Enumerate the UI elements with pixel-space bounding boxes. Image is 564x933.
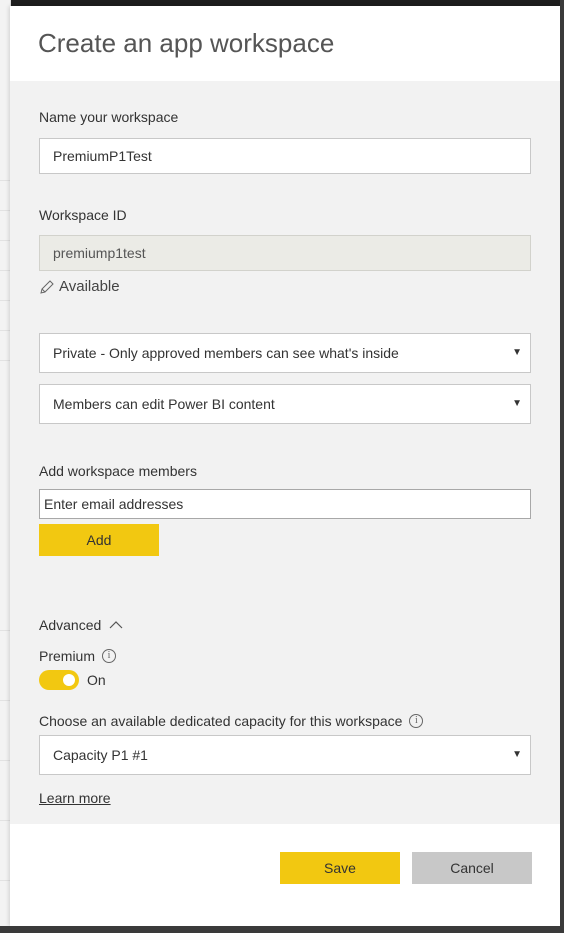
chevron-down-icon: ▼ (512, 398, 522, 409)
chevron-down-icon: ▼ (512, 347, 522, 358)
availability-text: Available (59, 278, 120, 295)
workspace-id-field (39, 235, 531, 271)
permission-select-value: Members can edit Power BI content (53, 396, 275, 412)
premium-toggle[interactable] (39, 670, 79, 690)
pencil-icon (40, 279, 54, 294)
premium-row: Premium i (39, 648, 117, 664)
cancel-button[interactable]: Cancel (412, 852, 532, 884)
availability-status: Available (39, 278, 120, 295)
toggle-knob (63, 674, 75, 686)
privacy-select-value: Private - Only approved members can see … (53, 345, 399, 361)
privacy-select[interactable]: Private - Only approved members can see … (39, 333, 531, 373)
create-workspace-panel: Create an app workspace Name your worksp… (10, 6, 560, 926)
panel-title: Create an app workspace (38, 28, 335, 58)
members-label: Add workspace members (39, 463, 197, 479)
email-input[interactable] (39, 489, 531, 519)
add-member-button[interactable]: Add (39, 524, 159, 556)
premium-toggle-state: On (87, 672, 106, 688)
chevron-up-icon (109, 621, 123, 629)
advanced-label: Advanced (39, 617, 102, 633)
advanced-toggle[interactable]: Advanced (39, 617, 123, 633)
permission-select[interactable]: Members can edit Power BI content ▼ (39, 384, 531, 424)
info-icon[interactable]: i (102, 649, 117, 663)
info-icon[interactable]: i (409, 714, 424, 728)
form-area: Name your workspace Workspace ID Availab… (10, 81, 560, 824)
window-bottom-edge (0, 926, 564, 933)
capacity-label-row: Choose an available dedicated capacity f… (39, 713, 424, 729)
workspace-id-label: Workspace ID (39, 207, 127, 223)
premium-toggle-row: On (39, 670, 106, 690)
chevron-down-icon: ▼ (512, 749, 522, 760)
workspace-name-input[interactable] (39, 138, 531, 174)
capacity-select[interactable]: Capacity P1 #1 ▼ (39, 735, 531, 775)
panel-header: Create an app workspace (10, 6, 560, 81)
premium-label: Premium (39, 648, 96, 664)
panel-footer: Save Cancel (10, 824, 560, 926)
capacity-select-value: Capacity P1 #1 (53, 747, 148, 763)
learn-more-link[interactable]: Learn more (39, 790, 111, 806)
window-right-edge (560, 0, 564, 933)
save-button[interactable]: Save (280, 852, 400, 884)
capacity-label: Choose an available dedicated capacity f… (39, 713, 403, 729)
name-label: Name your workspace (39, 109, 179, 125)
